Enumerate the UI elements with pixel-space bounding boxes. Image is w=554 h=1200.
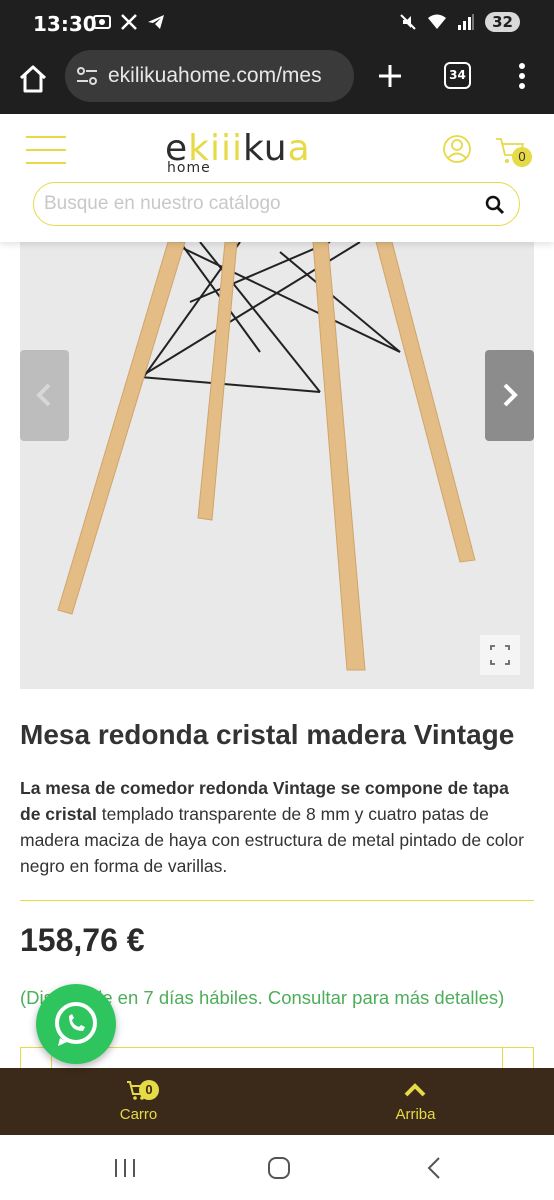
chevron-up-icon bbox=[404, 1083, 426, 1097]
site-header: ekiiikua home 0 bbox=[0, 114, 554, 242]
status-bar: 13:30 32 bbox=[0, 0, 554, 48]
tab-switcher-button[interactable]: 34 bbox=[444, 62, 471, 89]
product-image bbox=[57, 242, 476, 671]
wifi-icon bbox=[428, 14, 447, 29]
system-navigation-bar bbox=[0, 1135, 554, 1200]
bottom-action-bar: 0 Carro Arriba bbox=[0, 1068, 554, 1135]
home-nav-icon[interactable] bbox=[266, 1153, 292, 1183]
cart-label: Carro bbox=[119, 1106, 158, 1123]
x-icon bbox=[121, 14, 137, 30]
product-description: La mesa de comedor redonda Vintage se co… bbox=[20, 775, 525, 879]
cart-count-badge: 0 bbox=[139, 1080, 159, 1100]
user-account-icon[interactable] bbox=[442, 134, 472, 164]
cart-shortcut[interactable]: 0 Carro bbox=[0, 1068, 277, 1135]
battery-indicator: 32 bbox=[485, 12, 520, 32]
hamburger-menu-icon[interactable] bbox=[26, 136, 66, 166]
previous-image-button[interactable] bbox=[20, 350, 69, 441]
back-to-top-button[interactable]: Arriba bbox=[277, 1068, 554, 1135]
screenshot-icon bbox=[93, 15, 111, 29]
site-logo[interactable]: ekiiikua home bbox=[165, 131, 340, 180]
signal-icon bbox=[458, 14, 475, 30]
browser-toolbar: ekilikuahome.com/mes 34 bbox=[0, 48, 554, 114]
divider bbox=[20, 900, 534, 901]
chevron-right-icon bbox=[503, 383, 518, 407]
mute-icon bbox=[400, 14, 416, 30]
status-right-icons: 32 bbox=[399, 12, 520, 32]
more-menu-icon[interactable] bbox=[510, 60, 534, 92]
whatsapp-button[interactable] bbox=[36, 984, 116, 1064]
address-bar[interactable]: ekilikuahome.com/mes bbox=[65, 50, 354, 102]
status-left-icons bbox=[92, 12, 166, 32]
expand-icon bbox=[490, 645, 510, 665]
back-nav-icon[interactable] bbox=[423, 1153, 445, 1183]
search-bar bbox=[33, 182, 520, 226]
logo-subtext: home bbox=[167, 160, 211, 176]
product-title: Mesa redonda cristal madera Vintage bbox=[20, 719, 515, 750]
new-tab-icon[interactable] bbox=[374, 60, 406, 92]
whatsapp-icon bbox=[55, 1002, 97, 1046]
home-icon[interactable] bbox=[16, 62, 50, 96]
recent-apps-icon[interactable] bbox=[112, 1153, 138, 1183]
telegram-icon bbox=[148, 15, 164, 29]
search-icon[interactable] bbox=[485, 195, 505, 215]
product-price: 158,76 € bbox=[20, 922, 145, 958]
url-text[interactable]: ekilikuahome.com/mes bbox=[108, 64, 348, 88]
cart-count-badge: 0 bbox=[512, 147, 532, 167]
status-time: 13:30 bbox=[33, 12, 97, 36]
fullscreen-button[interactable] bbox=[480, 635, 520, 675]
top-label: Arriba bbox=[395, 1106, 436, 1123]
chevron-left-icon bbox=[36, 383, 51, 407]
next-image-button[interactable] bbox=[485, 350, 534, 441]
product-image-gallery[interactable] bbox=[20, 242, 534, 689]
site-settings-icon[interactable] bbox=[75, 65, 99, 87]
search-input[interactable] bbox=[44, 191, 464, 217]
